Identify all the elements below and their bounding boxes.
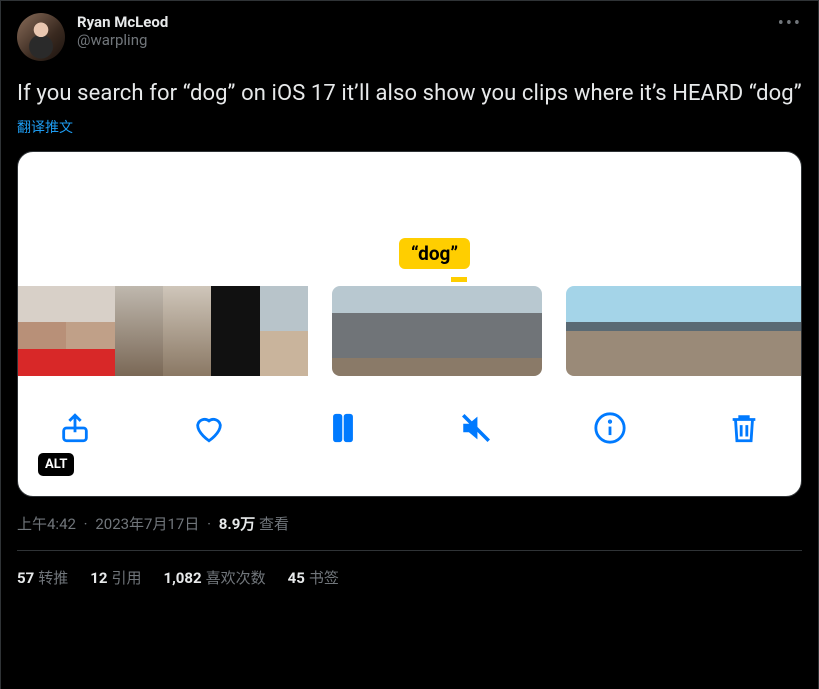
tweet-meta: 上午4:42 · 2023年7月17日 · 8.9万 查看 [17,513,802,534]
retweets-stat[interactable]: 57转推 [17,567,68,588]
author-handle: @warpling [77,31,168,49]
clip-frame [18,286,66,376]
share-icon[interactable] [58,411,92,445]
playhead-marker [451,277,467,282]
clip-frame [260,286,308,376]
tweet-text: If you search for “dog” on iOS 17 it’ll … [17,79,802,109]
info-icon[interactable] [593,411,627,445]
tweet-header: Ryan McLeod @warpling ••• [17,13,802,61]
likes-stat[interactable]: 1,082喜欢次数 [163,567,265,588]
pause-icon[interactable] [326,411,360,445]
clip-frame [684,286,723,376]
more-icon[interactable]: ••• [778,13,802,33]
clip-frame [605,286,644,376]
clip-frame [723,286,762,376]
media-card[interactable]: “dog” [17,151,802,497]
tweet-time[interactable]: 上午4:42 [17,515,76,533]
avatar[interactable] [17,13,65,61]
clip-frame [566,286,605,376]
tweet-date[interactable]: 2023年7月17日 [95,515,199,533]
video-timeline[interactable] [18,286,801,376]
author-name: Ryan McLeod [77,13,168,31]
views-count: 8.9万 [219,515,256,533]
clip-frame [644,286,683,376]
clip-frame [211,286,259,376]
clip-frame [402,286,472,376]
media-toolbar [18,388,801,496]
clip-frame [762,286,801,376]
quotes-stat[interactable]: 12引用 [90,567,141,588]
clip-group[interactable] [18,286,308,376]
clip-frame [163,286,211,376]
clip-frame [332,286,402,376]
media-whitespace: “dog” [18,152,801,280]
clip-frame [66,286,114,376]
translate-link[interactable]: 翻译推文 [17,117,802,137]
clip-frame [472,286,542,376]
tweet-container: Ryan McLeod @warpling ••• If you search … [0,0,819,689]
heart-icon[interactable] [192,411,226,445]
bookmarks-stat[interactable]: 45书签 [288,567,339,588]
search-marker: “dog” [399,238,470,269]
clip-group[interactable] [332,286,542,376]
mute-icon[interactable] [459,411,493,445]
clip-group[interactable] [566,286,801,376]
divider [17,550,802,551]
clip-frame [115,286,163,376]
trash-icon[interactable] [727,411,761,445]
author-block[interactable]: Ryan McLeod @warpling [77,13,168,49]
views-label: 查看 [259,515,289,533]
tweet-stats: 57转推 12引用 1,082喜欢次数 45书签 [17,567,802,588]
alt-badge[interactable]: ALT [38,453,74,476]
